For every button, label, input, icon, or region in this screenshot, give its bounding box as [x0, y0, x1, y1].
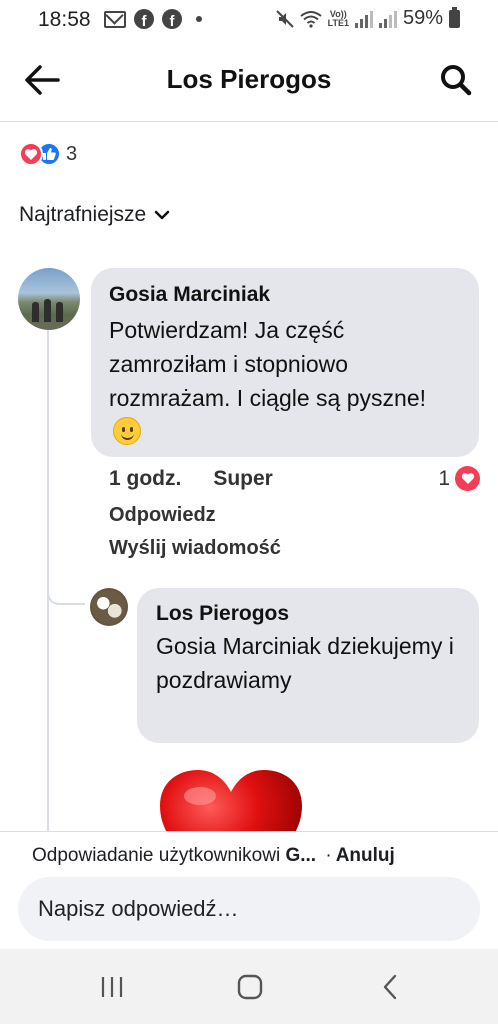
- comment-text-block: Potwierdzam! Ja część zamroziłam i stopn…: [109, 313, 461, 449]
- love-reaction-icon: [455, 466, 480, 491]
- love-reaction-icon: [19, 142, 43, 166]
- reply-text: Gosia Marciniak dziekujemy i pozdrawiamy: [156, 633, 454, 693]
- search-button[interactable]: [436, 60, 476, 100]
- mute-icon: [275, 9, 294, 28]
- battery-percent: 59%: [402, 7, 443, 29]
- dot-icon: [196, 16, 202, 22]
- volte-icon: Vo)) LTE1: [327, 8, 349, 28]
- reply-author[interactable]: Los Pierogos: [156, 600, 461, 628]
- signal-icon: [378, 10, 397, 28]
- reactions-summary[interactable]: 3: [19, 142, 77, 166]
- comment-text: Potwierdzam! Ja część zamroziłam i stopn…: [109, 317, 427, 411]
- reply-composer: Odpowiadanie użytkownikowi G... · Anuluj: [0, 831, 498, 949]
- thread-line: [47, 330, 49, 835]
- wifi-icon: [300, 10, 322, 28]
- red-heart-sticker: [158, 768, 304, 838]
- status-system-icons: Vo)) LTE1 59%: [275, 6, 460, 30]
- replying-prefix: Odpowiadanie użytkownikowi: [32, 845, 281, 866]
- comment-reactions[interactable]: 1: [438, 466, 480, 491]
- home-icon: [237, 974, 263, 1000]
- send-message-button[interactable]: Wyślij wiadomość: [109, 537, 281, 560]
- status-time: 18:58: [38, 8, 91, 31]
- comment-reaction-count: 1: [438, 466, 450, 490]
- system-back-button[interactable]: [360, 967, 420, 1007]
- status-bar: 18:58 f f Vo)) LTE1 59%: [0, 0, 498, 40]
- back-chevron-icon: [383, 974, 397, 1000]
- comment-author[interactable]: Gosia Marciniak: [109, 281, 461, 309]
- facebook-icon: f: [162, 9, 182, 29]
- comment-bubble[interactable]: Gosia Marciniak Potwierdzam! Ja część za…: [91, 268, 479, 457]
- recent-apps-icon: [101, 977, 123, 997]
- reactions-count: 3: [66, 142, 78, 165]
- replying-target: G...: [285, 845, 317, 866]
- replying-to-bar: Odpowiadanie użytkownikowi G... · Anuluj: [32, 845, 395, 867]
- reply-input[interactable]: [18, 877, 480, 941]
- recent-apps-button[interactable]: [82, 967, 142, 1007]
- sort-dropdown[interactable]: Najtrafniejsze: [19, 203, 170, 227]
- sort-label: Najtrafniejsze: [19, 203, 147, 226]
- reply-button[interactable]: Odpowiedz: [109, 504, 216, 527]
- system-nav-bar: [0, 949, 498, 1024]
- reply-bubble[interactable]: Los Pierogos Gosia Marciniak dziekujemy …: [137, 588, 479, 743]
- status-notifications: f f: [104, 9, 202, 29]
- thread-branch: [47, 591, 85, 605]
- app-header: Los Pierogos: [0, 40, 498, 122]
- replying-separator: ·: [325, 845, 332, 866]
- facebook-icon: f: [134, 9, 154, 29]
- home-button[interactable]: [220, 967, 280, 1007]
- page-title: Los Pierogos: [166, 64, 332, 94]
- comment-time: 1 godz.: [109, 467, 182, 490]
- cancel-reply-button[interactable]: Anuluj: [336, 845, 395, 866]
- comment-meta: 1 godz. Super: [109, 467, 273, 491]
- battery-icon: [449, 6, 460, 28]
- mail-icon: [104, 10, 126, 28]
- super-reaction-button[interactable]: Super: [213, 467, 273, 491]
- search-icon: [441, 65, 472, 96]
- avatar[interactable]: [18, 268, 80, 330]
- avatar[interactable]: [90, 588, 128, 626]
- signal-icon: [354, 10, 373, 28]
- smiley-emoji-icon: [113, 417, 141, 445]
- chevron-down-icon: [154, 210, 170, 220]
